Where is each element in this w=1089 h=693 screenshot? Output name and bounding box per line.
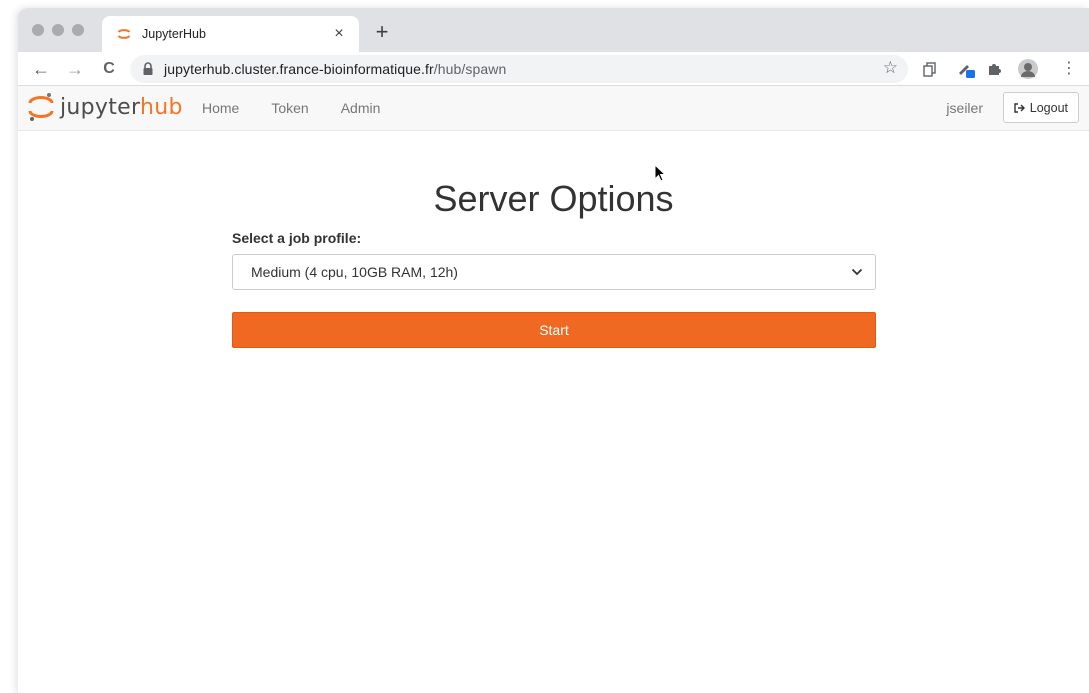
profile-selected-value: Medium (4 cpu, 10GB RAM, 12h): [251, 264, 458, 280]
logo-hub-text: hub: [139, 94, 183, 120]
tab-strip: JupyterHub × +: [18, 8, 1089, 52]
address-bar[interactable]: jupyterhub.cluster.france-bioinformatiqu…: [130, 55, 908, 83]
nav-home-link[interactable]: Home: [202, 100, 239, 116]
jupyterhub-navbar: jupyterhub Home Token Admin jseiler Logo…: [18, 86, 1089, 131]
extension-eyedropper-icon[interactable]: [956, 59, 976, 79]
hub-nav-links: Home Token Admin: [202, 86, 380, 130]
profile-label: Select a job profile:: [232, 230, 362, 246]
tab-title: JupyterHub: [142, 27, 206, 41]
jupyterhub-logo[interactable]: jupyterhub: [28, 92, 183, 122]
page-title: Server Options: [433, 178, 674, 219]
username-label: jseiler: [946, 100, 983, 116]
logout-label: Logout: [1029, 100, 1068, 115]
browser-window: JupyterHub × + ← → C jupyterhub.cluster.…: [18, 8, 1089, 693]
reload-button[interactable]: C: [98, 58, 120, 80]
start-button[interactable]: Start: [232, 312, 876, 348]
lock-icon: [142, 62, 154, 76]
browser-menu-icon[interactable]: ⋮: [1058, 58, 1080, 80]
jupyter-logo-icon: [28, 93, 54, 121]
sign-out-icon: [1014, 102, 1025, 113]
tab-close-icon[interactable]: ×: [331, 26, 347, 42]
window-controls: [32, 24, 84, 36]
browser-toolbar: ← → C jupyterhub.cluster.france-bioinfor…: [18, 52, 1089, 86]
chevron-down-icon: [851, 268, 863, 276]
browser-tab[interactable]: JupyterHub ×: [102, 16, 359, 52]
url-path: /hub/spawn: [433, 61, 507, 77]
nav-admin-link[interactable]: Admin: [341, 100, 381, 116]
bookmark-star-icon[interactable]: ☆: [883, 58, 898, 78]
extension-copy-icon[interactable]: [920, 59, 940, 79]
close-window-button[interactable]: [32, 24, 44, 36]
jupyterhub-favicon-icon: [116, 26, 132, 42]
maximize-window-button[interactable]: [72, 24, 84, 36]
url-host: jupyterhub.cluster.france-bioinformatiqu…: [164, 61, 434, 77]
logo-jupyter-text: jupyter: [60, 94, 140, 120]
minimize-window-button[interactable]: [52, 24, 64, 36]
profile-avatar[interactable]: [1018, 59, 1038, 79]
forward-button[interactable]: →: [64, 58, 86, 80]
spawn-form: Select a job profile: Medium (4 cpu, 10G…: [232, 230, 876, 348]
profile-select[interactable]: Medium (4 cpu, 10GB RAM, 12h): [232, 254, 876, 290]
extensions-puzzle-icon[interactable]: [984, 59, 1004, 79]
new-tab-button[interactable]: +: [370, 21, 394, 43]
logo-text: jupyterhub: [60, 95, 183, 120]
logout-button[interactable]: Logout: [1002, 92, 1079, 123]
back-button[interactable]: ←: [30, 58, 52, 80]
mouse-cursor-icon: [654, 164, 667, 182]
nav-token-link[interactable]: Token: [271, 100, 308, 116]
